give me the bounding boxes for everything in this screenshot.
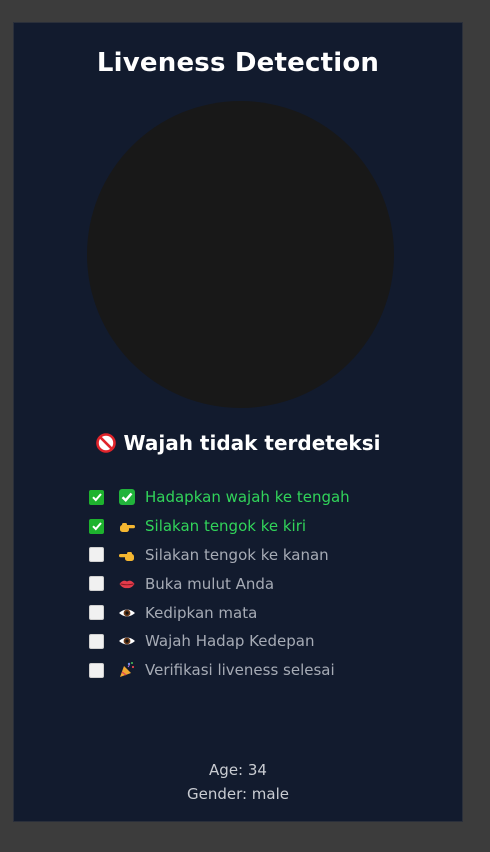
list-item: Silakan tengok ke kanan: [89, 541, 419, 570]
step-checkbox[interactable]: [89, 547, 104, 563]
eye-emoji-icon: [118, 632, 136, 650]
gender-text: Gender: male: [186, 785, 290, 803]
step-label: Verifikasi liveness selesai: [145, 661, 335, 680]
step-label: Kedipkan mata: [145, 603, 258, 622]
list-item: Hadapkan wajah ke tengah: [89, 483, 419, 512]
step-checkbox[interactable]: [89, 518, 104, 534]
pointing-left-emoji-icon: [118, 546, 136, 564]
list-item: Buka mulut Anda: [89, 569, 419, 598]
step-checkbox[interactable]: [89, 633, 104, 649]
pointing-right-emoji-icon: [118, 517, 136, 535]
list-item: Kedipkan mata: [89, 598, 419, 627]
step-label: Silakan tengok ke kiri: [145, 517, 307, 536]
check-mark-emoji-icon: [118, 488, 136, 506]
step-checkbox[interactable]: [89, 605, 104, 621]
list-item: Silakan tengok ke kiri: [89, 512, 419, 541]
list-item: Wajah Hadap Kedepan: [89, 627, 419, 656]
step-label: Silakan tengok ke kanan: [145, 545, 329, 564]
detection-status: Wajah tidak terdeteksi: [14, 431, 462, 455]
liveness-checklist: Hadapkan wajah ke tengah Silakan tengok …: [89, 483, 419, 685]
step-label: Wajah Hadap Kedepan: [145, 632, 315, 651]
eye-emoji-icon: [118, 604, 136, 622]
page-title: Liveness Detection: [96, 48, 380, 78]
step-label: Buka mulut Anda: [145, 574, 275, 593]
status-text: Wajah tidak terdeteksi: [123, 431, 381, 455]
list-item: Verifikasi liveness selesai: [89, 656, 419, 685]
face-attributes: Age: 34 Gender: male: [14, 758, 462, 806]
age-text: Age: 34: [209, 761, 267, 779]
step-checkbox[interactable]: [89, 489, 104, 505]
step-label: Hadapkan wajah ke tengah: [145, 488, 350, 507]
liveness-panel: Liveness Detection Wajah tidak terdeteks…: [13, 22, 463, 822]
lips-emoji-icon: [118, 575, 136, 593]
prohibited-icon: [95, 433, 116, 453]
party-popper-emoji-icon: [118, 661, 136, 679]
step-checkbox[interactable]: [89, 662, 104, 678]
camera-preview: [87, 101, 394, 408]
step-checkbox[interactable]: [89, 576, 104, 592]
